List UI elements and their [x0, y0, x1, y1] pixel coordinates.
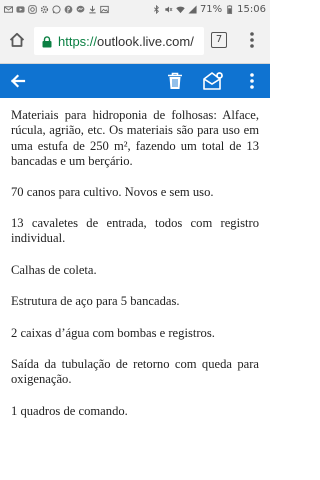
messenger-icon	[76, 5, 85, 14]
url-scheme: https://	[58, 33, 98, 49]
message-body: Materiais para hidroponia de folhosas: A…	[11, 108, 259, 435]
mark-read-icon[interactable]	[202, 71, 224, 91]
message-paragraph: Saída da tubulação de retorno com queda …	[11, 357, 259, 387]
browser-menu-icon[interactable]	[244, 30, 260, 50]
message-paragraph: 13 cavaletes de entrada, todos com regis…	[11, 216, 259, 246]
clock: 15:06	[237, 3, 266, 15]
message-paragraph: Materiais para hidroponia de folhosas: A…	[11, 108, 259, 169]
youtube-icon	[16, 5, 25, 14]
more-options-icon[interactable]	[246, 71, 258, 91]
tab-switcher-button[interactable]: 7	[211, 32, 227, 48]
message-paragraph: 70 canos para cultivo. Novos e sem uso.	[11, 184, 214, 199]
notification-icons	[4, 4, 109, 14]
url-host: outlook.live.com/	[97, 33, 194, 49]
whatsapp-icon	[52, 4, 61, 14]
pinterest-icon	[64, 5, 73, 14]
signal-icon	[188, 4, 197, 14]
settings-icon	[40, 5, 49, 14]
delete-icon[interactable]	[166, 71, 184, 91]
mail-icon	[4, 5, 13, 14]
home-icon[interactable]	[8, 31, 26, 49]
back-arrow-icon[interactable]	[8, 71, 28, 91]
wifi-icon	[176, 5, 185, 14]
address-bar[interactable]: https://outlook.live.com/	[34, 27, 204, 55]
message-paragraph: 1 quadros de comando.	[11, 403, 128, 418]
lock-icon	[42, 35, 52, 48]
message-paragraph: Estrutura de aço para 5 bancadas.	[11, 294, 180, 309]
image-icon	[100, 5, 109, 14]
browser-toolbar: https://outlook.live.com/ 7	[0, 18, 270, 64]
message-paragraph: 2 caixas d’água com bombas e registros.	[11, 325, 215, 340]
battery-percent: 71%	[199, 3, 223, 15]
mute-icon	[164, 5, 173, 14]
status-bar: 71% 15:06	[0, 0, 270, 18]
bluetooth-icon	[152, 4, 161, 14]
message-action-bar	[0, 64, 270, 98]
battery-icon	[225, 4, 234, 14]
download-icon	[88, 5, 97, 14]
system-icons: 71% 15:06	[152, 4, 266, 15]
message-paragraph: Calhas de coleta.	[11, 262, 97, 277]
instagram-icon	[28, 4, 37, 14]
